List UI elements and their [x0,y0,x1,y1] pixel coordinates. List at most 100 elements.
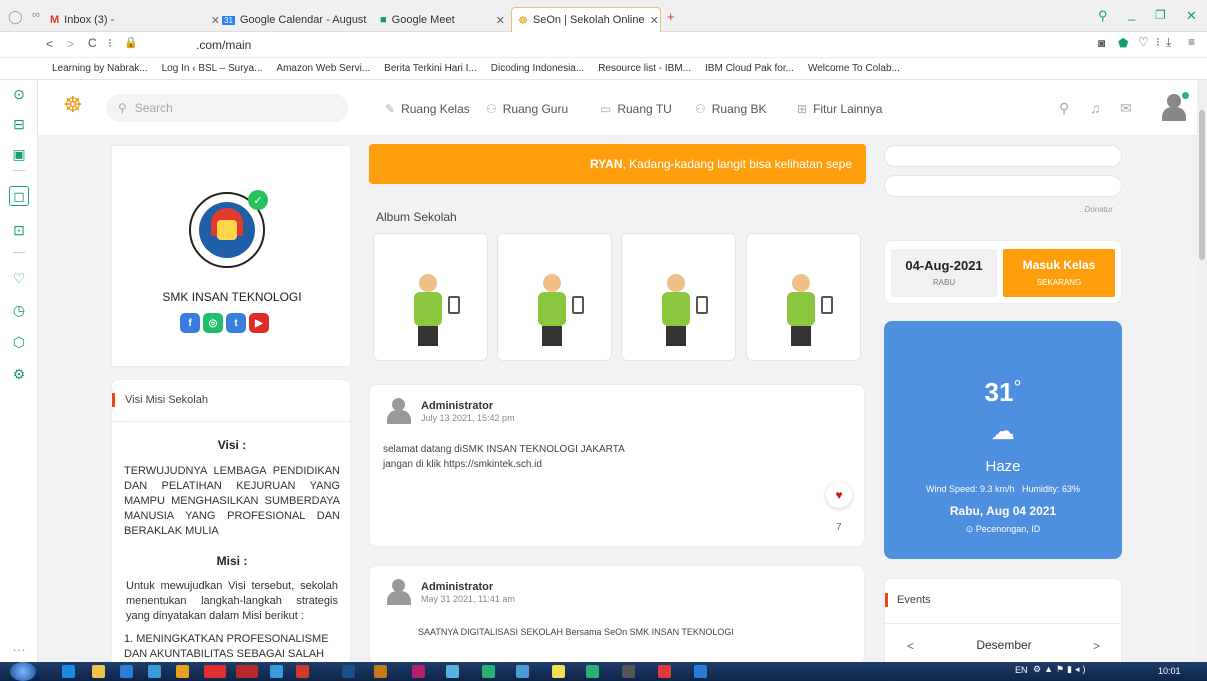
bookmark-item[interactable]: Log In ‹ BSL – Surya... [162,63,263,74]
bookmark-item[interactable]: IBM Cloud Pak for... [705,63,794,74]
mail-icon[interactable]: ✉ [1120,100,1132,117]
minimize-icon[interactable]: _ [1128,6,1135,21]
easy-setup-icon[interactable]: ≡ [1188,35,1195,49]
pycharm-icon[interactable] [586,665,599,678]
section-marker [885,593,888,607]
more-icon[interactable]: … [9,636,29,656]
seon-logo-icon[interactable]: ☸ [63,92,83,118]
twitter-icon[interactable]: t [226,313,246,333]
divider [112,421,352,422]
masuk-kelas-button[interactable]: Masuk Kelas SEKARANG [1003,249,1115,297]
snapshot-icon[interactable]: ◙ [1098,36,1105,50]
speed-dial-icon[interactable]: ⁝ [108,36,112,50]
illustrator-icon[interactable] [374,665,387,678]
opera-taskbar-icon[interactable] [204,665,226,678]
like-button[interactable]: ♥ [826,482,852,508]
album-photo[interactable] [621,233,736,361]
photoshop-icon[interactable] [342,665,355,678]
bookmark-item[interactable]: Dicoding Indonesia... [491,63,584,74]
album-photo[interactable] [746,233,861,361]
nav-ruang-tu[interactable]: ▭ Ruang TU [600,102,672,116]
clock[interactable]: 10:01 [1158,666,1181,676]
bookmark-item[interactable]: Welcome To Colab... [808,63,900,74]
language-indicator[interactable]: EN [1015,665,1028,675]
settings-icon[interactable]: ⚙ [9,364,29,384]
start-button[interactable] [10,662,36,681]
vscode-icon[interactable] [694,665,707,678]
app-icon[interactable] [446,665,459,678]
tab-meet[interactable]: ■ Google Meet ✕ [380,8,505,32]
app-icon[interactable] [658,665,671,678]
reload-icon[interactable]: C [88,36,97,50]
close-window-icon[interactable]: ✕ [1186,8,1197,24]
bookmark-item[interactable]: Resource list - IBM... [598,63,691,74]
tab-seon[interactable]: ☸ SeOn | Sekolah Online ✕ [511,7,661,32]
profile-icon[interactable]: ⚲ [1059,100,1069,117]
close-tab-icon[interactable]: ✕ [650,14,659,27]
messenger-icon[interactable]: ▣ [9,144,29,164]
acrobat-icon[interactable] [296,665,309,678]
terminal-icon[interactable] [622,665,635,678]
sidebar-heart-icon[interactable]: ♡ [9,268,29,288]
speed-dial-sidebar-icon[interactable]: ⊙ [9,84,29,104]
extensions-icon[interactable]: ⬡ [9,332,29,352]
post-card: Administrator July 13 2021, 15:42 pm sel… [369,384,865,547]
url-input[interactable]: .com/main [196,38,251,52]
tray-icons[interactable]: ⚙▲⚑▮◂) [1033,664,1089,675]
whatsapp-icon[interactable]: ◻ [9,186,29,206]
nav-fitur-lainnya[interactable]: ⊞ Fitur Lainnya [797,102,882,116]
avatar[interactable] [1160,92,1189,122]
search-tabs-icon[interactable]: ⚲ [1098,8,1108,24]
bookmark-item[interactable]: Amazon Web Servi... [276,63,370,74]
heart-icon[interactable]: ♡ [1138,35,1149,49]
explorer-icon[interactable] [92,665,105,678]
facebook-icon[interactable]: f [180,313,200,333]
next-month-button[interactable]: > [1093,639,1100,653]
instagram-icon[interactable]: ◎ [203,313,223,333]
app-icon[interactable] [482,665,495,678]
school-profile-card: ✓ SMK INSAN TEKNOLOGI f ◎ t ▶ [111,145,351,367]
bell-icon[interactable]: ♫ [1090,100,1101,116]
album-photo[interactable] [497,233,612,361]
app-icon[interactable] [120,665,133,678]
bookmark-item[interactable]: Berita Terkini Hari I... [384,63,477,74]
back-icon[interactable]: < [46,37,53,51]
nav-ruang-guru[interactable]: ⚇ Ruang Guru [486,102,568,116]
app-icon[interactable] [516,665,529,678]
nav-ruang-kelas[interactable]: ✎ Ruang Kelas [385,102,470,116]
tab-link-icon[interactable]: ∞ [32,9,40,21]
indesign-icon[interactable] [412,665,425,678]
ie-icon[interactable] [62,665,75,678]
menu-dots-icon[interactable]: ⁝ [1156,35,1160,49]
album-photo[interactable] [373,233,488,361]
app-icon[interactable] [148,665,161,678]
maximize-icon[interactable]: ❐ [1155,8,1166,22]
shield-icon[interactable]: ⬟ [1118,36,1128,50]
bookmark-item[interactable]: Learning by Nabrak... [52,63,148,74]
misi-item: 1. MENINGKATKAN PROFESONALISME DAN AKUNT… [124,633,329,660]
opera-logo-icon[interactable]: ◯ [8,9,23,25]
new-tab-icon[interactable]: + [667,9,675,24]
attendance-day: RABU [932,278,956,287]
opera-taskbar-icon[interactable] [236,665,258,678]
post-line: selamat datang diSMK INSAN TEKNOLOGI JAK… [383,444,625,455]
notepad-icon[interactable] [552,665,565,678]
bag-icon[interactable]: ⊟ [9,114,29,134]
address-bar-row: < > C ⁝ 🔒 .com/main ◙ ⬟ ♡ ⁝ ⤓ ≡ [0,32,1207,58]
search-input[interactable]: ⚲ Search [106,94,348,122]
tab-calendar[interactable]: 31 Google Calendar - August ✕ [222,8,372,32]
youtube-icon[interactable]: ▶ [249,313,269,333]
download-icon[interactable]: ⤓ [1166,35,1171,50]
app-icon[interactable] [270,665,283,678]
chrome-icon[interactable] [176,665,189,678]
close-tab-icon[interactable]: ✕ [211,14,220,27]
page-scrollbar[interactable] [1197,80,1207,662]
close-tab-icon[interactable]: ✕ [496,14,505,27]
history-icon[interactable]: ◷ [9,300,29,320]
telegram-icon[interactable]: ⊡ [9,220,29,240]
scrollbar-thumb[interactable] [1199,110,1205,260]
tab-inbox[interactable]: M Inbox (3) - ✕ [50,8,220,32]
forward-icon[interactable]: > [67,37,74,51]
nav-ruang-bk[interactable]: ⚇ Ruang BK [695,102,766,116]
attendance-date-box [891,249,997,297]
